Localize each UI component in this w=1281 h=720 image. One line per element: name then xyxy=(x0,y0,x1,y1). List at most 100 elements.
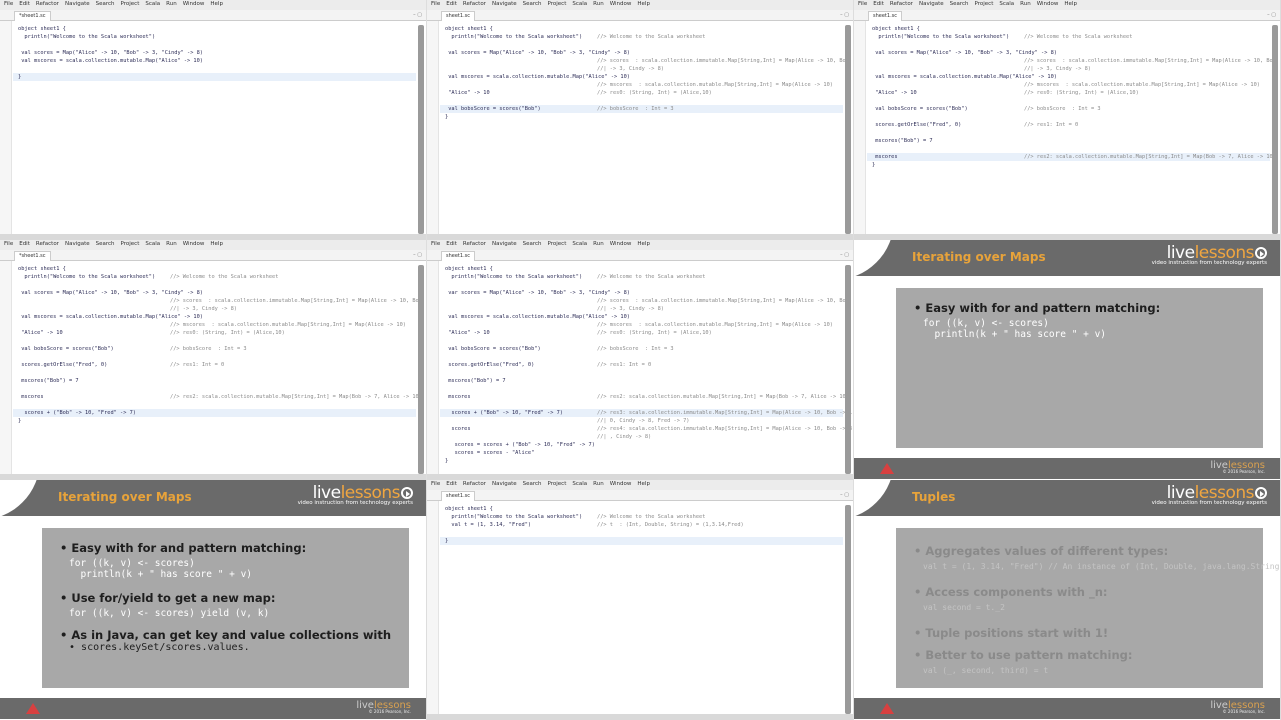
code-line[interactable]: scores.getOrElse("Fred", 0) //> res1: Int… xyxy=(13,361,416,369)
code-line[interactable]: scores.getOrElse("Fred", 0) //> res1: Int… xyxy=(440,361,843,369)
code-line[interactable] xyxy=(867,113,1270,121)
menu-navigate[interactable]: Navigate xyxy=(919,1,944,9)
code-line[interactable]: } xyxy=(440,457,843,465)
menu-project[interactable]: Project xyxy=(121,1,140,9)
code-line[interactable]: val bobsScore = scores("Bob") //> bobsSco… xyxy=(867,105,1270,113)
code-line[interactable]: "Alice" -> 10 //> res0: (String, Int) = (… xyxy=(867,89,1270,97)
code-line[interactable] xyxy=(13,65,416,73)
code-editor[interactable]: object sheet1 { println("Welcome to the … xyxy=(854,21,1280,234)
code-line[interactable]: scores = scores - "Alice" xyxy=(440,449,843,457)
code-line[interactable] xyxy=(440,353,843,361)
window-controls-icon[interactable]: – ▢ xyxy=(413,12,422,18)
menu-scala[interactable]: Scala xyxy=(572,241,587,249)
menu-window[interactable]: Window xyxy=(610,241,632,249)
code-line[interactable]: scores.getOrElse("Fred", 0) //> res1: Int… xyxy=(867,121,1270,129)
code-line[interactable]: mscores //> res2: scala.collection.mutabl… xyxy=(867,153,1276,161)
code-line[interactable]: } xyxy=(13,417,416,425)
menu-run[interactable]: Run xyxy=(593,481,604,489)
code-line[interactable]: //> scores : scala.collection.immutable.… xyxy=(867,57,1276,65)
code-line[interactable] xyxy=(13,281,416,289)
menu-project[interactable]: Project xyxy=(548,481,567,489)
menu-file[interactable]: File xyxy=(4,1,13,9)
code-line[interactable]: //> scores : scala.collection.immutable.… xyxy=(440,57,849,65)
code-line[interactable]: println("Welcome to the Scala worksheet"… xyxy=(13,33,416,41)
menu-refactor[interactable]: Refactor xyxy=(463,241,486,249)
menu-file[interactable]: File xyxy=(858,1,867,9)
menu-navigate[interactable]: Navigate xyxy=(65,241,90,249)
code-line[interactable]: val bobsScore = scores("Bob") //> bobsSco… xyxy=(440,105,843,113)
code-line[interactable] xyxy=(440,337,843,345)
menu-help[interactable]: Help xyxy=(1064,1,1077,9)
menu-run[interactable]: Run xyxy=(593,1,604,9)
code-line[interactable]: //| -> 3, Cindy -> 8) xyxy=(440,65,843,73)
code-line[interactable]: scores + ("Bob" -> 10, "Fred" -> 7) xyxy=(13,409,416,417)
code-line[interactable] xyxy=(440,529,843,537)
menu-help[interactable]: Help xyxy=(210,241,223,249)
menu-scala[interactable]: Scala xyxy=(572,481,587,489)
code-editor[interactable]: object sheet1 { println("Welcome to the … xyxy=(427,261,853,474)
menu-edit[interactable]: Edit xyxy=(19,241,30,249)
code-line[interactable]: scores = scores + ("Bob" -> 10, "Fred" -… xyxy=(440,441,843,449)
code-line[interactable]: //> scores : scala.collection.immutable.… xyxy=(440,297,849,305)
menu-refactor[interactable]: Refactor xyxy=(36,241,59,249)
menu-search[interactable]: Search xyxy=(96,1,115,9)
code-editor[interactable]: object sheet1 { println("Welcome to the … xyxy=(427,21,853,234)
code-line[interactable] xyxy=(13,369,416,377)
code-line[interactable]: scores + ("Bob" -> 10, "Fred" -> 7) //> r… xyxy=(440,409,852,417)
menu-window[interactable]: Window xyxy=(610,481,632,489)
menu-run[interactable]: Run xyxy=(593,241,604,249)
code-line[interactable] xyxy=(440,385,843,393)
menu-window[interactable]: Window xyxy=(610,1,632,9)
editor-tab[interactable]: sheet1.sc xyxy=(441,251,476,261)
code-line[interactable]: } xyxy=(440,113,843,121)
menu-project[interactable]: Project xyxy=(548,241,567,249)
code-line[interactable]: val scores = Map("Alice" -> 10, "Bob" ->… xyxy=(867,49,1270,57)
menu-search[interactable]: Search xyxy=(523,1,542,9)
code-line[interactable] xyxy=(440,401,843,409)
editor-tab[interactable]: sheet1.sc xyxy=(441,491,476,501)
code-line[interactable]: //> mscores : scala.collection.mutable.M… xyxy=(440,81,843,89)
slide-screenshot[interactable]: Tuples livelessons video instruction from … xyxy=(854,480,1281,720)
code-line[interactable]: mscores("Bob") = 7 xyxy=(440,377,843,385)
code-line[interactable]: object sheet1 { xyxy=(13,25,416,33)
code-line[interactable] xyxy=(440,97,843,105)
code-line[interactable]: println("Welcome to the Scala worksheet"… xyxy=(13,273,416,281)
editor-screenshot[interactable]: File Edit Refactor Navigate Search Project Sca… xyxy=(427,240,854,480)
editor-tab[interactable]: sheet1.sc xyxy=(441,11,476,21)
code-line[interactable]: //> mscores : scala.collection.mutable.M… xyxy=(13,321,416,329)
code-line[interactable] xyxy=(867,41,1270,49)
editor-screenshot[interactable]: File Edit Refactor Navigate Search Project Sca… xyxy=(854,0,1281,240)
code-line[interactable]: scores //> res4: scala.collection.immutab… xyxy=(440,425,852,433)
code-line[interactable]: //| 0, Cindy -> 8, Fred -> 7) xyxy=(440,417,843,425)
code-line[interactable]: object sheet1 { xyxy=(440,25,843,33)
code-line[interactable]: val scores = Map("Alice" -> 10, "Bob" ->… xyxy=(440,49,843,57)
code-line[interactable]: val bobsScore = scores("Bob") //> bobsSco… xyxy=(13,345,416,353)
menu-edit[interactable]: Edit xyxy=(446,241,457,249)
vertical-scrollbar[interactable] xyxy=(845,25,851,234)
menu-scala[interactable]: Scala xyxy=(999,1,1014,9)
menu-window[interactable]: Window xyxy=(183,1,205,9)
code-editor[interactable]: object sheet1 { println("Welcome to the … xyxy=(427,501,853,714)
code-line[interactable]: val mscores = scala.collection.mutable.M… xyxy=(13,313,416,321)
code-line[interactable]: val mscores = scala.collection.mutable.M… xyxy=(867,73,1270,81)
code-line[interactable]: //| -> 3, Cindy -> 8) xyxy=(13,305,416,313)
code-line[interactable]: mscores //> res2: scala.collection.mutabl… xyxy=(13,393,422,401)
code-line[interactable] xyxy=(867,129,1270,137)
menu-window[interactable]: Window xyxy=(183,241,205,249)
code-line[interactable] xyxy=(440,281,843,289)
menu-edit[interactable]: Edit xyxy=(873,1,884,9)
menu-navigate[interactable]: Navigate xyxy=(492,241,517,249)
menu-edit[interactable]: Edit xyxy=(446,481,457,489)
menu-project[interactable]: Project xyxy=(975,1,994,9)
code-line[interactable]: object sheet1 { xyxy=(867,25,1270,33)
menu-edit[interactable]: Edit xyxy=(446,1,457,9)
menu-scala[interactable]: Scala xyxy=(145,241,160,249)
code-line[interactable]: mscores("Bob") = 7 xyxy=(13,377,416,385)
code-line[interactable]: //| -> 3, Cindy -> 8) xyxy=(440,305,843,313)
vertical-scrollbar[interactable] xyxy=(418,265,424,474)
vertical-scrollbar[interactable] xyxy=(845,505,851,714)
menu-file[interactable]: File xyxy=(4,241,13,249)
code-line[interactable]: println("Welcome to the Scala worksheet"… xyxy=(440,33,843,41)
slide-screenshot[interactable]: Iterating over Maps livelessons video inst… xyxy=(0,480,427,720)
menu-search[interactable]: Search xyxy=(523,241,542,249)
